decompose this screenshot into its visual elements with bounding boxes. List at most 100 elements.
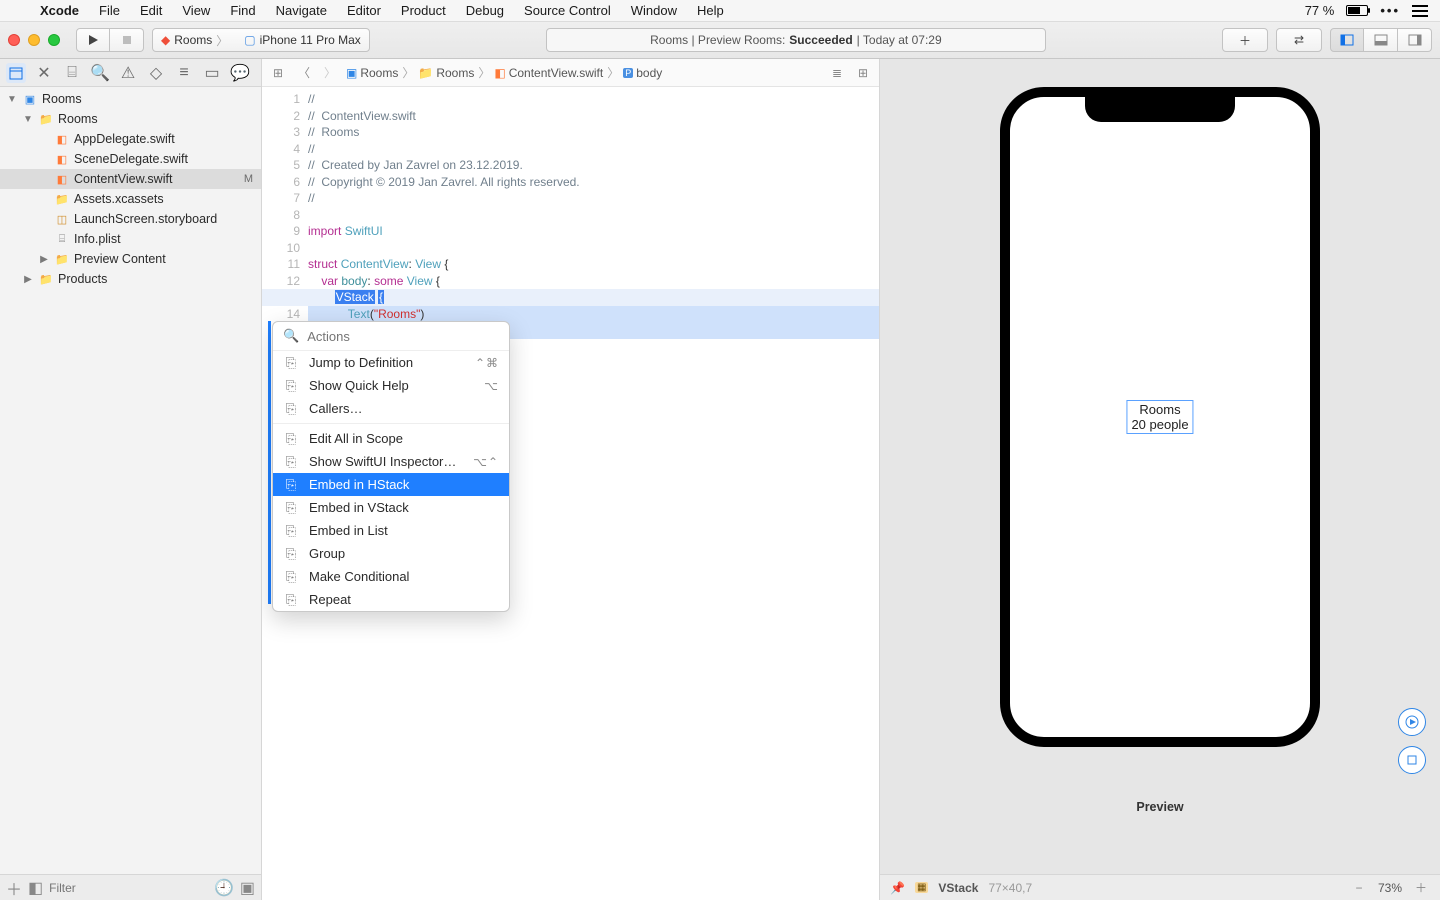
- navigator-footer: ＋ ◧ 🕘 ▣: [0, 874, 261, 900]
- tree-row[interactable]: ▶📁Preview Content: [0, 249, 261, 269]
- sourcecontrol-navigator-tab[interactable]: ✕: [34, 63, 54, 83]
- navigator: ✕ ⌸ 🔍 ⚠ ◇ ≡ ▭ 💬 ▼▣Rooms▼📁Rooms◧AppDelega…: [0, 59, 262, 900]
- canvas-footer: 📌 ▦ VStack 77×40,7 − 73% ＋: [880, 874, 1440, 900]
- breakpoint-navigator-tab[interactable]: ▭: [202, 63, 222, 83]
- tree-row[interactable]: ◧AppDelegate.swift: [0, 129, 261, 149]
- preview-selection-box[interactable]: Rooms 20 people: [1126, 400, 1193, 434]
- footer-element-label: VStack: [938, 881, 978, 895]
- notification-center-icon[interactable]: [1412, 5, 1428, 17]
- add-assistant-button[interactable]: ⊞: [853, 63, 873, 83]
- action-item[interactable]: ⎘Repeat: [273, 588, 509, 611]
- toggle-debug-button[interactable]: [1364, 28, 1398, 52]
- window-traffic-lights: [8, 34, 60, 46]
- menu-navigate[interactable]: Navigate: [266, 3, 337, 18]
- zoom-in-button[interactable]: ＋: [1412, 879, 1430, 897]
- tree-row[interactable]: 📁Assets.xcassets: [0, 189, 261, 209]
- tree-row[interactable]: ▼📁Rooms: [0, 109, 261, 129]
- recent-filter-icon[interactable]: 🕘: [214, 878, 234, 898]
- code-area[interactable]: 123456789101112131415161718192021222324 …: [262, 87, 879, 900]
- search-icon: 🔍: [283, 328, 299, 344]
- tree-row[interactable]: ◧ContentView.swiftM: [0, 169, 261, 189]
- scheme-target-label: Rooms: [174, 33, 212, 47]
- menu-file[interactable]: File: [89, 3, 130, 18]
- actions-search-row: 🔍: [273, 322, 509, 351]
- panel-toggle-group: [1330, 28, 1432, 52]
- menu-view[interactable]: View: [172, 3, 220, 18]
- tree-row[interactable]: ◫LaunchScreen.storyboard: [0, 209, 261, 229]
- editor-options-button[interactable]: ≣: [827, 63, 847, 83]
- app-menu[interactable]: Xcode: [30, 3, 89, 18]
- tree-row[interactable]: ▶📁Products: [0, 269, 261, 289]
- tree-row[interactable]: ▼▣Rooms: [0, 89, 261, 109]
- action-item[interactable]: ⎘Callers…: [273, 397, 509, 420]
- device-bezel: Rooms 20 people: [1000, 87, 1320, 747]
- zoom-out-button[interactable]: −: [1350, 879, 1368, 897]
- toggle-inspectors-button[interactable]: [1398, 28, 1432, 52]
- live-preview-button[interactable]: [1398, 708, 1426, 736]
- project-navigator-tab[interactable]: [6, 63, 26, 83]
- actions-popover: 🔍 ⎘Jump to Definition⌃⌘⎘Show Quick Help⌥…: [272, 321, 510, 612]
- zoom-level[interactable]: 73%: [1378, 881, 1402, 895]
- crumb-file[interactable]: ◧ContentView.swift: [494, 66, 603, 80]
- scm-filter-icon[interactable]: ▣: [240, 878, 255, 898]
- scheme-selector[interactable]: ◆Rooms〉 ▢iPhone 11 Pro Max: [152, 28, 370, 52]
- footer-element-size: 77×40,7: [988, 881, 1032, 895]
- menu-find[interactable]: Find: [220, 3, 265, 18]
- action-item[interactable]: ⎘Edit All in Scope: [273, 427, 509, 450]
- action-item[interactable]: ⎘Show Quick Help⌥: [273, 374, 509, 397]
- canvas-area[interactable]: Rooms 20 people Preview: [880, 59, 1440, 874]
- minimize-button[interactable]: [28, 34, 40, 46]
- jump-bar: ⊞ 〈 〉 ▣Rooms〉 📁Rooms〉 ◧ContentView.swift…: [262, 59, 879, 87]
- close-button[interactable]: [8, 34, 20, 46]
- target-app-icon: ◆: [161, 33, 170, 47]
- action-item[interactable]: ⎘Embed in List: [273, 519, 509, 542]
- navigator-tabs: ✕ ⌸ 🔍 ⚠ ◇ ≡ ▭ 💬: [0, 59, 261, 87]
- tree-row[interactable]: ◧SceneDelegate.swift: [0, 149, 261, 169]
- crumb-symbol[interactable]: Pbody: [623, 66, 662, 80]
- activity-status: Rooms | Preview Rooms: Succeeded | Today…: [546, 28, 1046, 52]
- navigator-filter-input[interactable]: [49, 881, 208, 895]
- tree-row[interactable]: ⌸Info.plist: [0, 229, 261, 249]
- action-item[interactable]: ⎘Embed in VStack: [273, 496, 509, 519]
- menu-help[interactable]: Help: [687, 3, 734, 18]
- actions-search-input[interactable]: [307, 329, 499, 344]
- zoom-button[interactable]: [48, 34, 60, 46]
- nav-back-button[interactable]: 〈: [294, 63, 314, 83]
- code-review-button[interactable]: ⇄: [1276, 28, 1322, 52]
- overflow-icon[interactable]: •••: [1380, 3, 1400, 18]
- add-file-button[interactable]: ＋: [6, 876, 22, 900]
- find-navigator-tab[interactable]: 🔍: [90, 63, 110, 83]
- menu-sourcecontrol[interactable]: Source Control: [514, 3, 621, 18]
- inspect-preview-button[interactable]: [1398, 746, 1426, 774]
- symbol-navigator-tab[interactable]: ⌸: [62, 63, 82, 83]
- toggle-navigator-button[interactable]: [1330, 28, 1364, 52]
- crumb-folder[interactable]: 📁Rooms: [418, 66, 474, 80]
- debug-navigator-tab[interactable]: ≡: [174, 63, 194, 83]
- filter-scope-icon[interactable]: ◧: [28, 878, 43, 898]
- action-item[interactable]: ⎘Group: [273, 542, 509, 565]
- action-item[interactable]: ⎘Jump to Definition⌃⌘: [273, 351, 509, 374]
- menu-editor[interactable]: Editor: [337, 3, 391, 18]
- action-item[interactable]: ⎘Show SwiftUI Inspector…⌥⌃: [273, 450, 509, 473]
- main-split: ✕ ⌸ 🔍 ⚠ ◇ ≡ ▭ 💬 ▼▣Rooms▼📁Rooms◧AppDelega…: [0, 59, 1440, 900]
- crumb-project[interactable]: ▣Rooms: [346, 66, 398, 80]
- source-editor: ⊞ 〈 〉 ▣Rooms〉 📁Rooms〉 ◧ContentView.swift…: [262, 59, 880, 900]
- nav-forward-button[interactable]: 〉: [320, 63, 340, 83]
- status-result: Succeeded: [789, 33, 852, 47]
- action-item[interactable]: ⎘Make Conditional: [273, 565, 509, 588]
- issue-navigator-tab[interactable]: ⚠: [118, 63, 138, 83]
- test-navigator-tab[interactable]: ◇: [146, 63, 166, 83]
- library-button[interactable]: ＋: [1222, 28, 1268, 52]
- menu-window[interactable]: Window: [621, 3, 687, 18]
- menu-edit[interactable]: Edit: [130, 3, 172, 18]
- pin-preview-icon[interactable]: 📌: [890, 881, 905, 895]
- menu-product[interactable]: Product: [391, 3, 456, 18]
- stop-button[interactable]: [110, 28, 144, 52]
- device-notch: [1085, 96, 1235, 122]
- report-navigator-tab[interactable]: 💬: [230, 63, 250, 83]
- related-items-button[interactable]: ⊞: [268, 63, 288, 83]
- menu-debug[interactable]: Debug: [456, 3, 514, 18]
- project-tree[interactable]: ▼▣Rooms▼📁Rooms◧AppDelegate.swift◧SceneDe…: [0, 87, 261, 874]
- run-button[interactable]: [76, 28, 110, 52]
- action-item[interactable]: ⎘Embed in HStack: [273, 473, 509, 496]
